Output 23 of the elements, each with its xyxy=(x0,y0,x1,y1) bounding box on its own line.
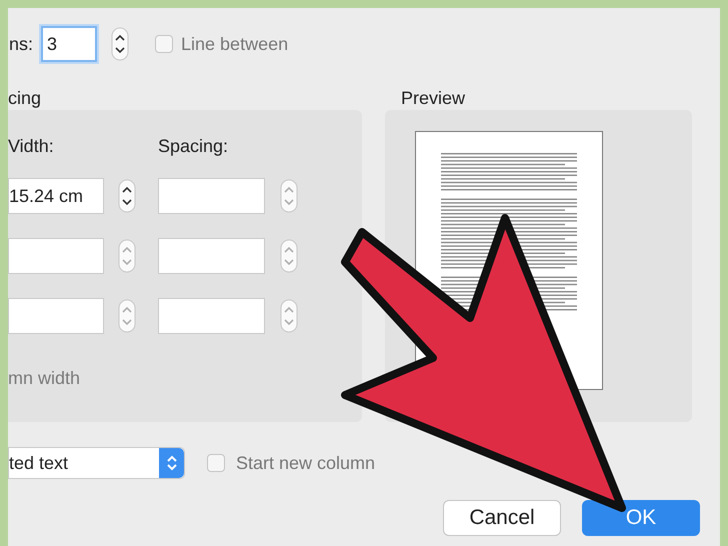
ok-button[interactable]: OK xyxy=(582,500,700,536)
spacing-field[interactable] xyxy=(158,238,265,274)
columns-field[interactable]: 3 xyxy=(41,26,98,62)
chevron-updown-icon xyxy=(166,454,178,472)
checkbox-label: Start new column xyxy=(236,452,376,474)
preview-title: Preview xyxy=(401,87,466,110)
apply-dropdown[interactable]: ted text xyxy=(8,447,185,479)
checkbox[interactable] xyxy=(155,35,174,53)
width-field[interactable] xyxy=(8,238,104,274)
width-field[interactable]: 15.24 cm xyxy=(8,178,104,214)
section-title: cing xyxy=(8,87,42,110)
cancel-button[interactable]: Cancel xyxy=(443,500,561,536)
stepper[interactable] xyxy=(118,179,136,213)
column-header: Vidth: xyxy=(8,135,55,158)
checkbox-label: Line between xyxy=(181,32,288,56)
checkbox[interactable] xyxy=(207,454,225,472)
column-header: Spacing: xyxy=(158,135,228,158)
width-field[interactable] xyxy=(8,298,104,334)
spacing-field[interactable] xyxy=(158,178,265,214)
columns-label: ns: xyxy=(9,32,34,56)
stepper[interactable] xyxy=(111,27,130,61)
spacing-field[interactable] xyxy=(158,298,265,334)
equal-width-label: mn width xyxy=(8,367,82,390)
